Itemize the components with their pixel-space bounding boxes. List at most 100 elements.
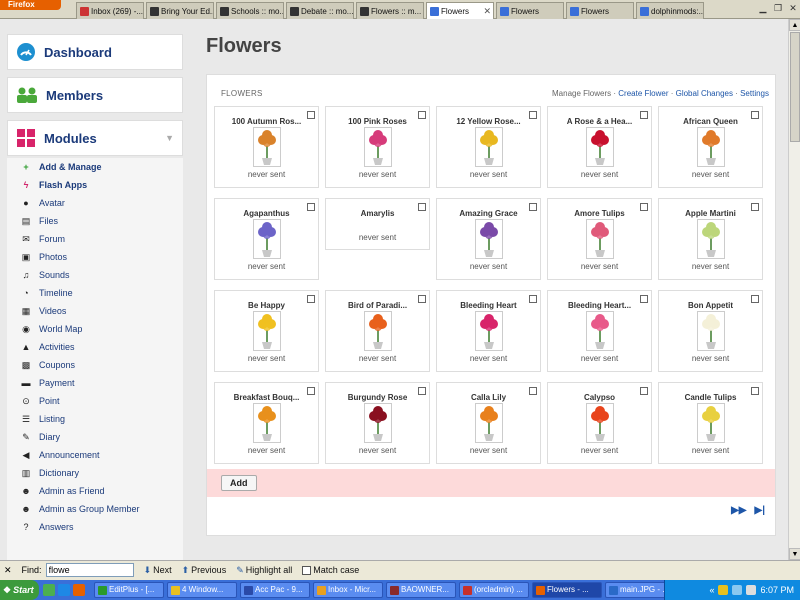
sidebar-item[interactable]: ▥ Dictionary: [7, 464, 183, 482]
flower-thumbnail[interactable]: [364, 403, 392, 443]
tab-close-icon[interactable]: ✕: [483, 4, 491, 19]
flower-thumbnail[interactable]: [253, 311, 281, 351]
flower-card[interactable]: Amazing Grace never sent: [436, 198, 541, 280]
sidebar-item[interactable]: ♫ Sounds: [7, 266, 183, 284]
sidebar-item[interactable]: ⊙ Point: [7, 392, 183, 410]
find-input[interactable]: [45, 563, 134, 577]
flower-card[interactable]: Amarylis never sent: [325, 198, 430, 250]
flower-card[interactable]: Bird of Paradi... never sent: [325, 290, 430, 372]
sidebar-item[interactable]: ▣ Photos: [7, 248, 183, 266]
scroll-down-icon[interactable]: ▼: [789, 548, 800, 560]
flower-card[interactable]: Breakfast Bouq... never sent: [214, 382, 319, 464]
sidebar-item[interactable]: ◔ Timeline: [7, 284, 183, 302]
sidebar-item[interactable]: ? Answers: [7, 518, 183, 536]
flower-card[interactable]: Agapanthus never sent: [214, 198, 319, 280]
browser-tab[interactable]: Schools :: mo...: [216, 2, 284, 19]
flower-card[interactable]: 100 Autumn Ros... never sent: [214, 106, 319, 188]
flower-card[interactable]: Bleeding Heart... never sent: [547, 290, 652, 372]
find-previous-button[interactable]: ⬆ Previous: [182, 565, 227, 576]
sidebar-item[interactable]: ▩ Coupons: [7, 356, 183, 374]
network-icon[interactable]: [732, 585, 743, 595]
flower-thumbnail[interactable]: [697, 219, 725, 259]
chrome-icon[interactable]: [43, 584, 55, 596]
shield-icon[interactable]: [718, 585, 729, 595]
flower-card[interactable]: 12 Yellow Rose... never sent: [436, 106, 541, 188]
chevron-down-icon[interactable]: ▼: [165, 133, 174, 143]
browser-tab[interactable]: Flowers: [566, 2, 634, 19]
close-icon[interactable]: ✕: [786, 1, 800, 15]
flower-thumbnail[interactable]: [475, 311, 503, 351]
sidebar-item[interactable]: ◀ Announcement: [7, 446, 183, 464]
firefox-icon[interactable]: [73, 584, 85, 596]
scroll-thumb[interactable]: [790, 32, 800, 142]
flower-thumbnail[interactable]: [697, 403, 725, 443]
taskbar-task[interactable]: (orcladmin) ...: [459, 582, 529, 598]
next-page-icon[interactable]: ▶▶: [731, 505, 746, 516]
sidebar-item[interactable]: ☰ Listing: [7, 410, 183, 428]
sidebar-item[interactable]: ϟ Flash Apps: [7, 176, 183, 194]
flower-card[interactable]: Burgundy Rose never sent: [325, 382, 430, 464]
vertical-scrollbar[interactable]: ▲ ▼: [788, 19, 800, 560]
last-page-icon[interactable]: ▶|: [755, 505, 766, 516]
flower-card[interactable]: Bon Appetit never sent: [658, 290, 763, 372]
ie-icon[interactable]: [58, 584, 70, 596]
flower-thumbnail[interactable]: [475, 403, 503, 443]
sidebar-item[interactable]: ▤ Files: [7, 212, 183, 230]
taskbar-task[interactable]: BAOWNER...: [386, 582, 456, 598]
minimize-icon[interactable]: ▁: [756, 1, 770, 15]
flower-card[interactable]: Bleeding Heart never sent: [436, 290, 541, 372]
start-button[interactable]: ❖ Start: [0, 580, 39, 600]
browser-tab[interactable]: dolphinmods:...: [636, 2, 704, 19]
browser-tab[interactable]: Debate :: mo...: [286, 2, 354, 19]
sidebar-item[interactable]: ✎ Diary: [7, 428, 183, 446]
sidebar-item[interactable]: ● Avatar: [7, 194, 183, 212]
taskbar-task[interactable]: Acc Pac - 9...: [240, 582, 310, 598]
sidebar-item[interactable]: + Add & Manage: [7, 158, 183, 176]
sidebar-item[interactable]: ▬ Payment: [7, 374, 183, 392]
sidebar-item[interactable]: ☻ Admin as Group Member: [7, 500, 183, 518]
firefox-menu-button[interactable]: Firefox: [0, 0, 61, 10]
sidebar-item[interactable]: ✉ Forum: [7, 230, 183, 248]
flower-thumbnail[interactable]: [364, 311, 392, 351]
taskbar-task[interactable]: Inbox - Micr...: [313, 582, 383, 598]
browser-tab[interactable]: Flowers ✕: [426, 2, 494, 20]
modules-nav[interactable]: Modules ▼: [7, 120, 183, 156]
taskbar-task[interactable]: Flowers - ...: [532, 582, 602, 598]
members-nav[interactable]: Members: [7, 77, 183, 113]
volume-icon[interactable]: [746, 585, 757, 595]
add-button[interactable]: Add: [221, 475, 257, 491]
flower-thumbnail[interactable]: [586, 311, 614, 351]
highlight-all-button[interactable]: ✎ Highlight all: [236, 565, 292, 576]
flower-card[interactable]: 100 Pink Roses never sent: [325, 106, 430, 188]
flower-thumbnail[interactable]: [697, 127, 725, 167]
flower-card[interactable]: Calypso never sent: [547, 382, 652, 464]
flower-thumbnail[interactable]: [253, 127, 281, 167]
browser-tab[interactable]: Flowers: [496, 2, 564, 19]
sidebar-item[interactable]: ▦ Videos: [7, 302, 183, 320]
flower-card[interactable]: African Queen never sent: [658, 106, 763, 188]
restore-icon[interactable]: ❐: [771, 1, 785, 15]
browser-tab[interactable]: Bring Your Ed...: [146, 2, 214, 19]
find-next-button[interactable]: ⬇ Next: [144, 565, 172, 576]
flower-thumbnail[interactable]: [586, 403, 614, 443]
flower-card[interactable]: Amore Tulips never sent: [547, 198, 652, 280]
flower-thumbnail[interactable]: [586, 127, 614, 167]
scroll-up-icon[interactable]: ▲: [789, 19, 800, 31]
browser-tab[interactable]: Flowers :: m...: [356, 2, 424, 19]
flower-card[interactable]: Be Happy never sent: [214, 290, 319, 372]
create-flower-link[interactable]: Create Flower: [618, 89, 668, 98]
tray-expand-icon[interactable]: «: [709, 585, 714, 595]
flower-card[interactable]: Candle Tulips never sent: [658, 382, 763, 464]
taskbar-task[interactable]: EditPlus - [...: [94, 582, 164, 598]
flower-thumbnail[interactable]: [697, 311, 725, 351]
taskbar-task[interactable]: 4 Window...: [167, 582, 237, 598]
dashboard-nav[interactable]: Dashboard: [7, 34, 183, 70]
flower-thumbnail[interactable]: [364, 127, 392, 167]
flower-thumbnail[interactable]: [253, 403, 281, 443]
flower-card[interactable]: Calla Lily never sent: [436, 382, 541, 464]
flower-card[interactable]: A Rose & a Hea... never sent: [547, 106, 652, 188]
settings-link[interactable]: Settings: [740, 89, 769, 98]
sidebar-item[interactable]: ▲ Activities: [7, 338, 183, 356]
flower-thumbnail[interactable]: [586, 219, 614, 259]
global-changes-link[interactable]: Global Changes: [676, 89, 733, 98]
